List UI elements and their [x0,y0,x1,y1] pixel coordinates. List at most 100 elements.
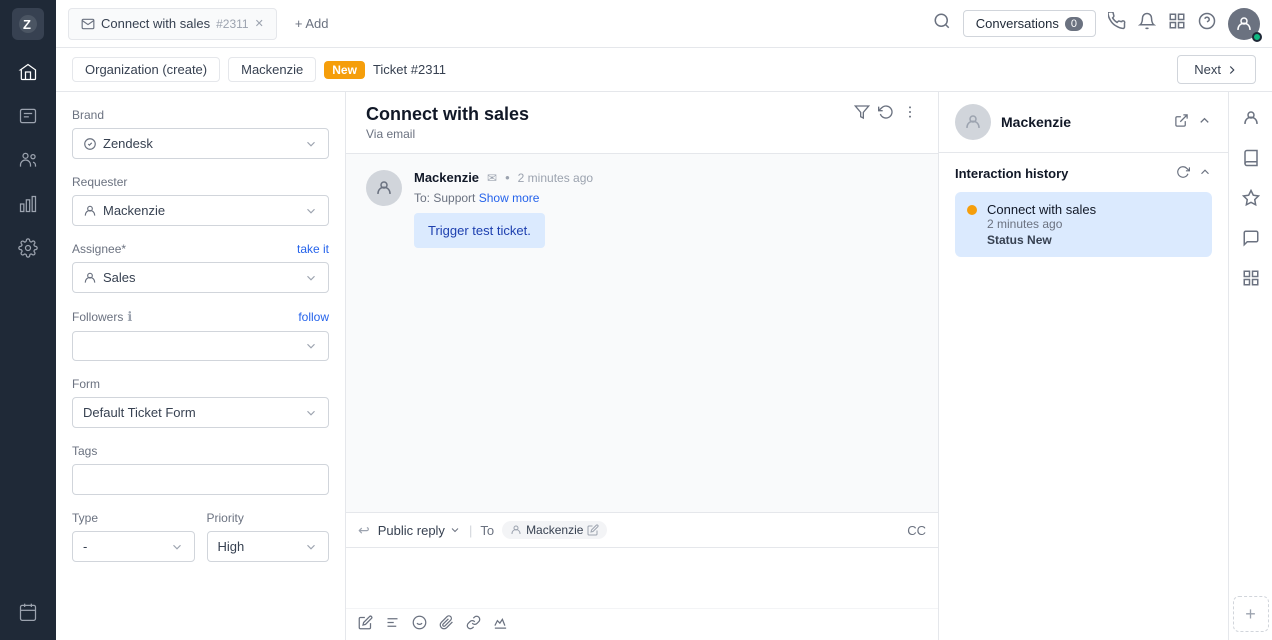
edit-recipient-icon[interactable] [587,524,599,536]
user-profile-icon[interactable] [1233,100,1269,136]
message-item: Mackenzie ✉ • 2 minutes ago To: Support … [366,170,918,248]
followers-field: Followers ℹ follow [72,309,329,361]
message-bubble: Trigger test ticket. [414,213,545,248]
customer-actions [1174,113,1212,132]
sub-header: Organization (create) Mackenzie New Tick… [56,48,1272,92]
signature-icon[interactable] [493,615,508,634]
message-meta: Mackenzie ✉ • 2 minutes ago [414,170,918,185]
requester-select[interactable]: Mackenzie [72,195,329,226]
cc-button[interactable]: CC [907,523,926,538]
nav-tickets-icon[interactable] [8,96,48,136]
phone-icon[interactable] [1108,12,1126,35]
logo[interactable]: Z [12,8,44,40]
followers-select[interactable] [72,331,329,361]
attachment-icon[interactable] [439,615,454,634]
history-icon[interactable] [878,104,894,125]
requester-chevron-icon [304,204,318,218]
interaction-title: Connect with sales [987,202,1200,217]
open-external-icon[interactable] [1174,113,1189,132]
brand-label: Brand [72,108,329,122]
section-collapse-icon[interactable] [1198,165,1212,182]
refresh-icon[interactable] [1176,165,1190,182]
interaction-item[interactable]: Connect with sales 2 minutes ago Status … [955,192,1212,257]
assignee-chevron-icon [304,271,318,285]
next-button[interactable]: Next [1177,55,1256,84]
reply-type-button[interactable]: Public reply [378,523,461,538]
compose-icon[interactable] [358,615,373,634]
reply-separator: | [469,523,472,538]
tags-field: Tags [72,444,329,495]
add-tab-button[interactable]: + Add [285,12,339,35]
reply-to-recipient: Mackenzie [502,521,607,539]
assignee-label: Assignee* take it [72,242,329,256]
brand-select[interactable]: Zendesk [72,128,329,159]
section-header: Interaction history [955,165,1212,182]
left-panel: Brand Zendesk Requester Mackenzie [56,92,346,640]
chat-icon[interactable] [1233,220,1269,256]
message-email-icon: ✉ [487,171,497,185]
requester-field: Requester Mackenzie [72,175,329,226]
message-sender: Mackenzie [414,170,479,185]
show-more-link[interactable]: Show more [479,191,540,205]
reply-body[interactable] [346,548,938,608]
breadcrumb-user[interactable]: Mackenzie [228,57,316,82]
brand-field: Brand Zendesk [72,108,329,159]
emoji-icon[interactable] [412,615,427,634]
form-label: Form [72,377,329,391]
nav-home-icon[interactable] [8,52,48,92]
reply-undo-icon: ↩ [358,522,370,539]
conversations-badge: 0 [1065,17,1083,31]
search-icon[interactable] [933,12,951,35]
tab-close-icon[interactable]: ✕ [255,17,264,30]
recipient-name: Mackenzie [526,523,583,537]
sparkle-icon[interactable] [1233,180,1269,216]
followers-info-icon[interactable]: ℹ [127,309,132,325]
add-section-icon[interactable]: + [1233,596,1269,632]
follow-link[interactable]: follow [298,310,329,324]
conversations-button[interactable]: Conversations 0 [963,10,1096,37]
top-bar-right: Conversations 0 [933,8,1260,40]
collapse-icon[interactable] [1197,113,1212,132]
brand-value: Zendesk [103,136,153,151]
help-icon[interactable] [1198,12,1216,35]
message-time: 2 minutes ago [518,171,593,185]
priority-select[interactable]: High [207,531,330,562]
type-chevron-icon [170,540,184,554]
more-icon[interactable] [902,104,918,125]
assignee-value: Sales [103,270,136,285]
priority-label: Priority [207,511,330,525]
bell-icon[interactable] [1138,12,1156,35]
section-actions [1176,165,1212,182]
form-field: Form Default Ticket Form [72,377,329,428]
nav-settings-icon[interactable] [8,228,48,268]
interaction-time: 2 minutes ago [987,217,1200,231]
reply-format-bar [346,608,938,640]
form-chevron-icon [304,406,318,420]
link-icon[interactable] [466,615,481,634]
nav-users-icon[interactable] [8,140,48,180]
filter-icon[interactable] [854,104,870,125]
user-avatar[interactable] [1228,8,1260,40]
reply-to-label: To [480,523,494,538]
form-value: Default Ticket Form [83,405,196,420]
svg-text:Z: Z [23,17,31,32]
type-select[interactable]: - [72,531,195,562]
nav-analytics-icon[interactable] [8,184,48,224]
tags-input[interactable] [72,464,329,495]
form-select[interactable]: Default Ticket Form [72,397,329,428]
priority-chevron-icon [304,540,318,554]
ticket-header: Connect with sales Via email [346,92,938,154]
reply-area: ↩ Public reply | To Mackenzie [346,512,938,640]
text-format-icon[interactable] [385,615,400,634]
assignee-select[interactable]: Sales [72,262,329,293]
breadcrumb-org[interactable]: Organization (create) [72,57,220,82]
active-tab[interactable]: Connect with sales #2311 ✕ [68,8,277,40]
center-panel: Connect with sales Via email [346,92,938,640]
priority-field: Priority High [207,511,330,562]
apps-icon[interactable] [1233,260,1269,296]
far-right-bar: + [1228,92,1272,640]
grid-icon[interactable] [1168,12,1186,35]
book-icon[interactable] [1233,140,1269,176]
nav-calendar-icon[interactable] [8,592,48,632]
take-it-link[interactable]: take it [297,242,329,256]
